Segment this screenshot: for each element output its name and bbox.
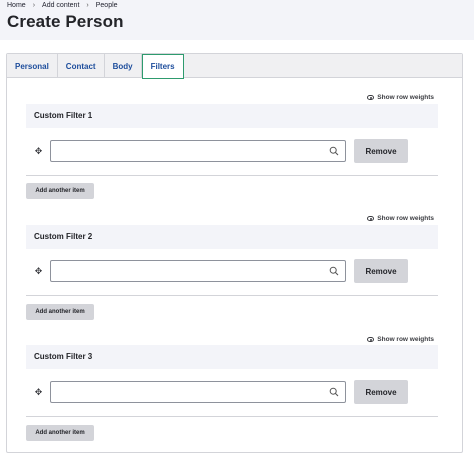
drag-handle-icon[interactable]: ✥	[34, 267, 43, 276]
show-row-weights-link[interactable]: Show row weights	[367, 94, 434, 101]
drag-handle-icon[interactable]: ✥	[34, 388, 43, 397]
breadcrumb: Home › Add content › People	[7, 2, 118, 9]
custom-filter-widget: Show row weights Custom Filter 3 ✥ Remov…	[26, 333, 438, 443]
tab-filters[interactable]: Filters	[141, 54, 184, 79]
page-title: Create Person	[7, 12, 124, 31]
filter-search-field	[50, 260, 346, 282]
breadcrumb-separator: ›	[86, 2, 89, 9]
breadcrumb-add-content[interactable]: Add content	[42, 2, 79, 9]
tab-bar: Personal Contact Body Filters	[7, 54, 462, 79]
drag-handle-icon[interactable]: ✥	[34, 147, 43, 156]
filter-title: Custom Filter 3	[34, 352, 93, 361]
page-header: Home › Add content › People Create Perso…	[0, 0, 474, 40]
divider	[26, 175, 438, 176]
tab-personal[interactable]: Personal	[7, 54, 58, 78]
tab-contact[interactable]: Contact	[58, 54, 105, 78]
tab-body[interactable]: Body	[105, 54, 142, 78]
breadcrumb-separator: ›	[32, 2, 36, 9]
eye-icon	[367, 337, 375, 342]
search-icon	[329, 266, 339, 276]
search-icon	[329, 387, 339, 397]
eye-icon	[367, 216, 375, 221]
show-row-weights-label: Show row weights	[377, 94, 434, 101]
divider	[26, 295, 438, 296]
filter-search-field	[50, 381, 346, 403]
remove-button[interactable]: Remove	[354, 259, 408, 283]
add-another-item-button[interactable]: Add another item	[26, 425, 94, 441]
add-another-item-button[interactable]: Add another item	[26, 304, 94, 320]
breadcrumb-people[interactable]: People	[96, 2, 118, 9]
filter-input[interactable]	[51, 261, 321, 281]
filter-search-field	[50, 140, 346, 162]
search-icon	[329, 146, 339, 156]
remove-button[interactable]: Remove	[354, 380, 408, 404]
show-row-weights-link[interactable]: Show row weights	[367, 215, 434, 222]
show-row-weights-label: Show row weights	[377, 215, 434, 222]
filter-header: Custom Filter 1	[26, 104, 438, 128]
custom-filter-widget: Show row weights Custom Filter 1 ✥ Remov…	[26, 91, 438, 201]
eye-icon	[367, 95, 375, 100]
filter-input[interactable]	[51, 141, 321, 161]
filter-title: Custom Filter 1	[34, 111, 93, 120]
filter-header: Custom Filter 2	[26, 225, 438, 249]
show-row-weights-link[interactable]: Show row weights	[367, 336, 434, 343]
filter-input[interactable]	[51, 382, 321, 402]
filter-title: Custom Filter 2	[34, 232, 93, 241]
divider	[26, 416, 438, 417]
breadcrumb-home[interactable]: Home	[7, 2, 26, 9]
custom-filter-widget: Show row weights Custom Filter 2 ✥ Remov…	[26, 212, 438, 322]
remove-button[interactable]: Remove	[354, 139, 408, 163]
add-another-item-button[interactable]: Add another item	[26, 183, 94, 199]
show-row-weights-label: Show row weights	[377, 336, 434, 343]
filter-header: Custom Filter 3	[26, 345, 438, 369]
